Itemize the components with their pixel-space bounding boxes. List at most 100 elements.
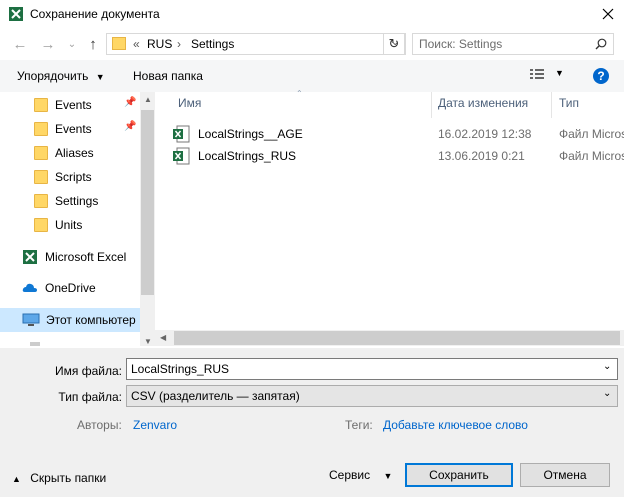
arrow-left-icon: ← <box>12 35 28 53</box>
tags-input[interactable]: Добавьте ключевое слово <box>383 418 528 432</box>
file-name: LocalStrings_RUS <box>198 149 297 163</box>
folder-icon <box>34 122 48 136</box>
folder-icon <box>34 218 48 232</box>
chevron-up-icon: ▲ <box>12 474 21 484</box>
folder-icon <box>34 98 48 112</box>
dropdown-arrow-icon: ▼ <box>383 471 393 481</box>
sidebar-item-events-2[interactable]: Events 📌 <box>0 117 140 141</box>
sidebar-item-onedrive[interactable]: OneDrive <box>0 276 140 300</box>
save-button[interactable]: Сохранить <box>405 463 513 487</box>
close-button[interactable] <box>594 2 622 26</box>
new-folder-button[interactable]: Новая папка <box>133 69 203 83</box>
excel-app-icon <box>8 6 24 22</box>
pin-icon[interactable]: 📌 <box>124 121 136 132</box>
sidebar-item-events-1[interactable]: Events 📌 <box>0 93 140 117</box>
filetype-label: Тип файла: <box>58 390 122 404</box>
cancel-button[interactable]: Отмена <box>520 463 610 487</box>
folder-icon <box>112 37 126 50</box>
details-view-icon <box>530 69 544 79</box>
search-icon <box>595 38 607 50</box>
authors-label: Авторы: <box>77 418 122 432</box>
sidebar-item-units[interactable]: Units <box>0 213 140 237</box>
sidebar-item-label: Events <box>55 98 92 112</box>
hide-folders-button[interactable]: ▲ Скрыть папки <box>12 471 106 485</box>
scroll-up-icon[interactable]: ▲ <box>144 95 152 104</box>
search-placeholder: Поиск: Settings <box>419 37 503 51</box>
excel-csv-file-icon <box>173 125 190 143</box>
tags-label: Теги: <box>345 418 373 432</box>
pin-icon[interactable]: 📌 <box>124 97 136 108</box>
recent-locations-button[interactable]: ⌄ <box>62 35 82 53</box>
column-header-type[interactable]: Тип <box>559 96 579 110</box>
file-name: LocalStrings__AGE <box>198 127 303 141</box>
scroll-down-icon[interactable]: ▼ <box>144 337 152 346</box>
filename-label: Имя файла: <box>55 364 122 378</box>
navigation-pane: Events 📌 Events 📌 Aliases Scripts Settin… <box>0 92 155 346</box>
view-options-button[interactable]: ▼ <box>528 66 568 86</box>
filename-input[interactable]: LocalStrings_RUS ⌄ <box>126 358 618 380</box>
folder-icon <box>34 170 48 184</box>
computer-icon <box>22 313 40 326</box>
sidebar-item-label: Этот компьютер <box>46 313 136 327</box>
chevron-down-icon[interactable]: ⌄ <box>603 361 611 372</box>
column-separator[interactable] <box>431 92 432 118</box>
chevron-down-icon: ⌄ <box>67 38 77 50</box>
breadcrumb-rus[interactable]: RUS <box>147 37 172 51</box>
service-label: Сервис <box>329 468 371 482</box>
hide-folders-label: Скрыть папки <box>30 471 107 485</box>
sidebar-item-microsoft-excel[interactable]: Microsoft Excel <box>0 245 140 269</box>
service-button[interactable]: Сервис ▼ <box>329 468 392 482</box>
file-date: 16.02.2019 12:38 <box>438 127 532 141</box>
help-button[interactable]: ? <box>593 68 609 84</box>
next-item-partial <box>30 342 40 346</box>
sidebar-item-label: Settings <box>55 194 99 208</box>
excel-icon <box>23 250 37 264</box>
folder-icon <box>34 146 48 160</box>
sidebar-item-settings[interactable]: Settings <box>0 189 140 213</box>
sidebar-item-scripts[interactable]: Scripts <box>0 165 140 189</box>
authors-value[interactable]: Zenvaro <box>133 418 177 432</box>
onedrive-cloud-icon <box>22 283 37 292</box>
excel-csv-file-icon <box>173 147 190 165</box>
file-row[interactable]: LocalStrings_RUS <box>172 145 296 167</box>
filetype-value: CSV (разделитель — запятая) <box>131 389 300 403</box>
sidebar-item-label: Aliases <box>55 146 94 160</box>
chevron-down-icon: ⌄ <box>603 388 612 399</box>
nav-scrollbar-thumb[interactable] <box>141 110 154 295</box>
dropdown-arrow-icon: ▼ <box>95 72 105 82</box>
folder-icon <box>34 194 48 208</box>
column-header-name[interactable]: Имя <box>178 96 201 110</box>
arrow-right-icon: → <box>40 35 56 53</box>
sidebar-item-label: Units <box>55 218 83 232</box>
view-dropdown-icon: ▼ <box>555 68 564 78</box>
organize-button[interactable]: Упорядочить ▼ <box>17 69 105 83</box>
address-bar[interactable]: « RUS › Settings ⌄ <box>106 33 406 55</box>
filename-value: LocalStrings_RUS <box>131 362 230 376</box>
refresh-button[interactable]: ↻ <box>383 33 405 55</box>
chevron-right-icon: › <box>177 37 181 51</box>
sidebar-item-aliases[interactable]: Aliases <box>0 141 140 165</box>
up-button[interactable]: ↑ <box>83 35 103 53</box>
search-input[interactable]: Поиск: Settings <box>412 33 614 55</box>
sidebar-item-this-pc[interactable]: Этот компьютер <box>0 308 140 332</box>
scroll-left-icon[interactable]: ◀ <box>160 333 166 342</box>
sidebar-item-label: Microsoft Excel <box>45 250 127 264</box>
forward-button[interactable]: → <box>38 35 58 53</box>
column-separator[interactable] <box>551 92 552 118</box>
sidebar-item-label: OneDrive <box>45 281 96 295</box>
column-header-date[interactable]: Дата изменения <box>438 96 528 110</box>
file-type: Файл Micros <box>559 149 624 163</box>
file-type: Файл Micros <box>559 127 624 141</box>
horizontal-scrollbar-thumb[interactable] <box>174 331 620 345</box>
organize-label: Упорядочить <box>17 69 89 83</box>
breadcrumb-settings[interactable]: Settings <box>191 37 234 51</box>
sidebar-item-label: Events <box>55 122 92 136</box>
filetype-select[interactable]: CSV (разделитель — запятая) ⌄ <box>126 385 618 407</box>
arrow-up-icon: ↑ <box>89 35 97 53</box>
file-row[interactable]: LocalStrings__AGE <box>172 123 303 145</box>
back-button[interactable]: ← <box>10 35 30 53</box>
refresh-icon: ↻ <box>388 36 400 51</box>
close-icon <box>602 8 614 20</box>
sort-up-icon: ⌃ <box>296 89 303 98</box>
address-prefix: « <box>133 37 140 51</box>
